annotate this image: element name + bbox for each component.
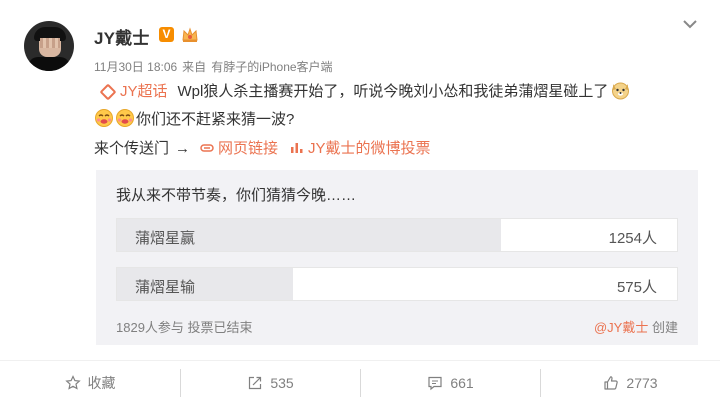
arrow-text: → [175,140,191,157]
poll-option-label: 蒲熠星赢 [135,230,196,247]
poll-option-count: 575人 [616,279,657,296]
poll-creator-suffix: 创建 [651,320,678,335]
action-bar: 收藏 535 661 2773 [0,360,720,404]
link-icon [200,144,214,152]
thumbs-up-icon [604,376,619,390]
web-link-label[interactable]: 网页链接 [218,140,278,157]
comment-count: 661 [450,375,474,391]
favorite-label: 收藏 [87,375,116,391]
web-link[interactable]: 网页链接 [200,140,278,157]
like-count: 2773 [626,375,658,391]
author-name[interactable]: JY戴士 [94,24,150,49]
member-crown-icon [182,27,198,42]
post-text: Wpl狼人杀主播赛开始了，听说今晚刘小怂和我徒弟蒲熠星碰上了 [177,83,609,100]
post-links-line: 来个传送门 → 网页链接 JY戴士的微博投票 [94,137,431,158]
drooling-emoji-icon [95,109,113,127]
poll-summary: 1829人参与 投票已结束 [116,320,253,335]
poll-card: 我从来不带节奏，你们猜猜今晚…… 蒲熠星赢 1254人 蒲熠星输 575人 18… [96,170,698,345]
portal-text: 来个传送门 [94,140,170,157]
drooling-emoji-icon [116,109,134,127]
post-text-line: JY超话 Wpl狼人杀主播赛开始了，听说今晚刘小怂和我徒弟蒲熠星碰上了 [98,80,631,101]
comment-icon [428,376,442,391]
repost-icon [249,376,262,390]
poll-option-label: 蒲熠星输 [135,279,196,296]
chevron-down-icon[interactable] [682,18,698,30]
poll-icon [291,143,303,153]
poll-option[interactable]: 蒲熠星输 575人 [116,267,678,301]
supertopic-icon [99,83,117,101]
post-time[interactable]: 11月30日 18:06 [94,60,177,74]
like-button[interactable]: 2773 [541,361,720,404]
repost-button[interactable]: 535 [181,361,360,404]
vote-link-label[interactable]: JY戴士的微博投票 [308,140,431,157]
star-icon [64,375,81,390]
avatar[interactable] [24,21,74,71]
supertopic-link[interactable]: JY超话 [120,83,168,100]
verified-badge-icon: V [159,27,174,42]
client-name[interactable]: 有脖子的iPhone客户端 [211,60,332,74]
favorite-button[interactable]: 收藏 [0,361,180,404]
poll-creator-link[interactable]: @JY戴士 [594,320,648,335]
doge-emoji-icon [612,82,630,100]
post-text-line: 你们还不赶紧来猜一波? [94,108,294,129]
post-meta: 11月30日 18:06 来自 有脖子的iPhone客户端 [94,58,333,75]
vote-link[interactable]: JY戴士的微博投票 [290,140,431,157]
poll-title: 我从来不带节奏，你们猜猜今晚…… [116,187,357,204]
poll-option[interactable]: 蒲熠星赢 1254人 [116,218,678,252]
repost-count: 535 [270,375,294,391]
comment-button[interactable]: 661 [361,361,540,404]
post-text: 你们还不赶紧来猜一波? [136,111,295,128]
from-label: 来自 [182,60,207,74]
poll-creator: @JY戴士 创建 [594,317,678,336]
poll-option-count: 1254人 [608,230,657,247]
